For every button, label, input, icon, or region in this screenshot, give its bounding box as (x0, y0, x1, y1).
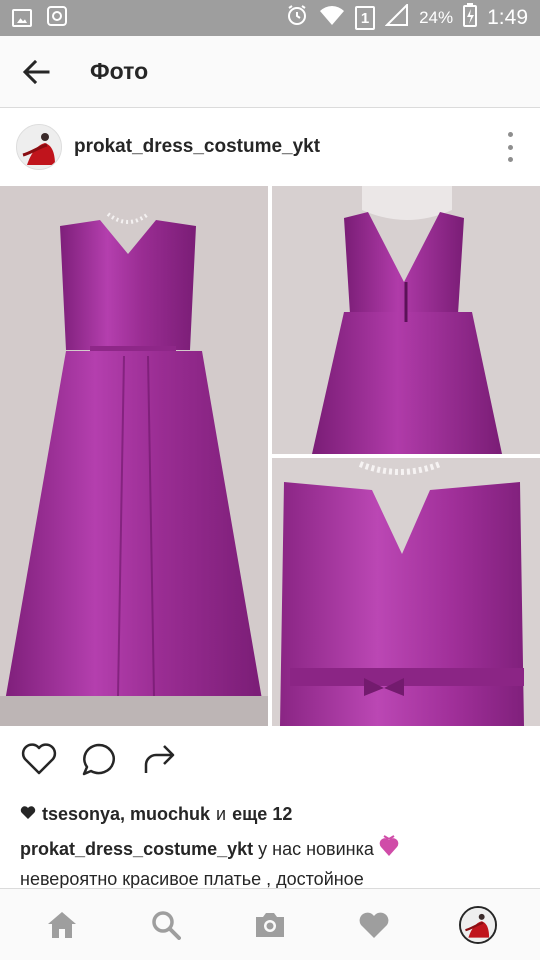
page-title: Фото (90, 58, 149, 84)
post-header: prokat_dress_costume_ykt (0, 108, 540, 186)
bottom-nav (0, 888, 540, 960)
more-vertical-icon-dot (507, 144, 513, 150)
clock: 1:49 (487, 6, 528, 29)
share-button[interactable] (140, 740, 178, 778)
nav-home-button[interactable] (32, 895, 92, 955)
more-vertical-icon-dot (507, 157, 513, 162)
sim-icon: 1 (355, 6, 376, 30)
arrow-left-icon (22, 59, 50, 84)
signal-icon (384, 2, 409, 32)
profile-avatar (459, 905, 497, 944)
like-button[interactable] (20, 740, 58, 778)
likes-conjunction: и (216, 804, 227, 824)
sim-slot-label: 1 (360, 9, 370, 27)
battery-charging-icon (463, 3, 478, 33)
nav-activity-button[interactable] (344, 895, 404, 955)
wifi-icon (319, 4, 345, 32)
app-header: Фото (0, 36, 540, 108)
camera-icon (256, 912, 284, 937)
likes-line[interactable]: tsesonya, muochuk и еще 12 (20, 804, 292, 825)
more-vertical-icon-dot (507, 132, 513, 137)
share-arrow-icon (144, 745, 175, 773)
alarm-icon (285, 3, 309, 33)
back-button[interactable] (0, 36, 72, 108)
caption-emoji (379, 835, 399, 865)
nav-profile-button[interactable] (448, 895, 508, 955)
post-caption: prokat_dress_costume_ykt у нас новинка н… (20, 835, 520, 893)
heart-icon (359, 912, 389, 938)
battery-percent: 24% (419, 8, 454, 27)
caption-username[interactable]: prokat_dress_costume_ykt (20, 839, 253, 859)
dress-front-photo (0, 186, 268, 726)
red-dress-avatar (17, 125, 61, 169)
speech-bubble-icon (82, 743, 115, 776)
status-bar: 1 24% 1:49 (0, 0, 540, 36)
heart-outline-icon (21, 743, 57, 775)
post-actions (0, 726, 540, 792)
more-options-button[interactable] (504, 132, 516, 162)
home-icon (48, 911, 76, 938)
search-icon (152, 910, 181, 940)
app-icon (46, 5, 68, 32)
comment-button[interactable] (80, 740, 118, 778)
likes-names[interactable]: tsesonya, muochuk (42, 804, 210, 825)
image-icon (12, 9, 32, 27)
caption-line-1: prokat_dress_costume_ykt у нас новинка (20, 835, 520, 865)
dress-detail-photo (272, 458, 540, 726)
caption-text: у нас новинка (253, 839, 374, 859)
post-username[interactable]: prokat_dress_costume_ykt (74, 136, 320, 158)
dress-back-photo (272, 186, 540, 454)
likes-more[interactable]: еще 12 (232, 804, 292, 825)
nav-camera-button[interactable] (240, 895, 300, 955)
heart-filled-icon (20, 804, 36, 825)
user-avatar[interactable] (16, 124, 62, 170)
nav-search-button[interactable] (136, 895, 196, 955)
post-photo[interactable] (0, 186, 540, 726)
